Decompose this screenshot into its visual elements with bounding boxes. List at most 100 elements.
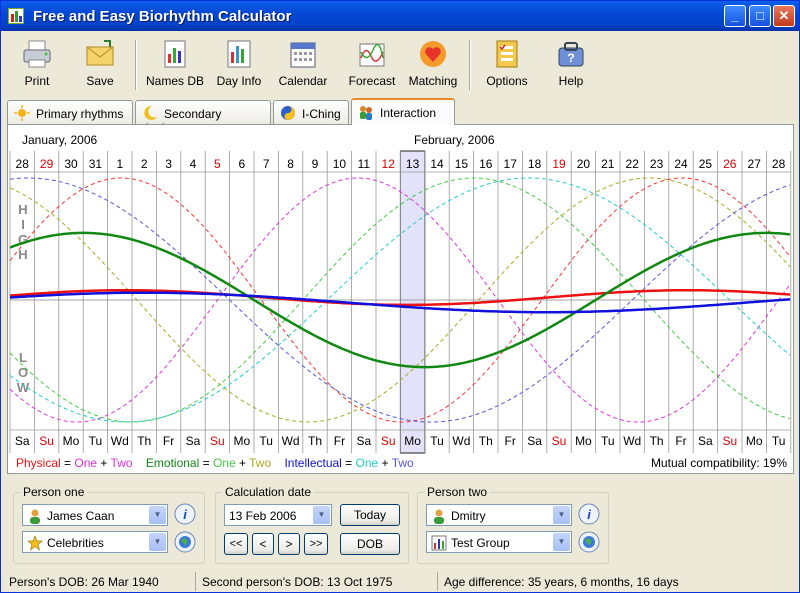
print-button[interactable]: Print — [9, 36, 65, 94]
today-button[interactable]: Today — [340, 504, 400, 526]
day-number: 7 — [263, 157, 270, 171]
day-number: 5 — [214, 157, 221, 171]
matching-hearts-icon — [420, 41, 446, 67]
day-number: 28 — [772, 157, 786, 171]
weekday-label: Wd — [111, 434, 129, 448]
names-db-label: Names DB — [145, 74, 204, 88]
day-number: 8 — [287, 157, 294, 171]
day-number: 22 — [626, 157, 640, 171]
day-info-label: Day Info — [216, 74, 262, 88]
chevron-down-icon[interactable]: ▼ — [313, 506, 330, 524]
weekday-label: Sa — [356, 434, 371, 448]
help-icon: ? — [558, 42, 584, 67]
weekday-label: Tu — [89, 434, 103, 448]
back-button[interactable]: < — [252, 533, 274, 555]
person-one-group: Person one James Caan ▼ Celebrities ▼ i — [13, 485, 205, 564]
names-db-button[interactable]: Names DB — [143, 36, 207, 94]
person-one-name-select[interactable]: James Caan ▼ — [22, 504, 168, 526]
status-age-difference: Age difference: 35 years, 6 months, 16 d… — [437, 572, 797, 591]
weekday-label: Th — [137, 434, 151, 448]
dob-button[interactable]: DOB — [340, 533, 400, 555]
day-number: 9 — [312, 157, 319, 171]
day-number: 1 — [116, 157, 123, 171]
options-button[interactable]: Options — [477, 36, 537, 94]
tab-i-ching[interactable]: I-Ching — [273, 100, 349, 124]
day-number: 4 — [190, 157, 197, 171]
weekday-label: Tu — [601, 434, 615, 448]
day-number: 21 — [601, 157, 615, 171]
day-number: 13 — [406, 157, 420, 171]
weekday-label: Mo — [575, 434, 592, 448]
maximize-button[interactable]: □ — [749, 5, 771, 27]
tab-primary-rhythms[interactable]: Primary rhythms — [7, 100, 133, 124]
back-fast-button[interactable]: << — [224, 533, 248, 555]
person-icon — [30, 509, 40, 524]
day-number: 25 — [699, 157, 713, 171]
legend-physical: Physical = One + Two — [16, 456, 133, 470]
chevron-down-icon[interactable]: ▼ — [149, 533, 166, 551]
weekday-label: Mo — [404, 434, 421, 448]
print-label: Print — [24, 74, 50, 88]
weekday-label: Su — [552, 434, 567, 448]
calendar-button[interactable]: Calendar — [275, 36, 331, 94]
globe-icon[interactable] — [578, 531, 600, 553]
options-label: Options — [486, 74, 528, 88]
forecast-button[interactable]: Forecast — [341, 36, 403, 94]
legend-intellectual: Intellectual = One + Two — [284, 456, 414, 470]
save-envelope-icon — [86, 40, 114, 66]
close-button[interactable]: ✕ — [773, 5, 795, 27]
weekday-label: Th — [650, 434, 664, 448]
forward-fast-button[interactable]: >> — [304, 533, 328, 555]
weekday-label: Su — [722, 434, 737, 448]
yin-yang-icon — [281, 106, 295, 120]
calculation-date-picker[interactable]: 13 Feb 2006 ▼ — [224, 504, 332, 526]
day-info-button[interactable]: Day Info — [211, 36, 267, 94]
weekday-label: Sa — [186, 434, 201, 448]
day-number: 12 — [382, 157, 396, 171]
save-label: Save — [86, 74, 114, 88]
svg-text:i: i — [183, 507, 187, 522]
person-two-group-select[interactable]: Test Group ▼ — [426, 531, 572, 553]
legend-emotional: Emotional = One + Two — [145, 456, 272, 470]
weekday-label: Tu — [430, 434, 444, 448]
axis-high-letter: I — [21, 217, 25, 232]
day-number: 26 — [723, 157, 737, 171]
tab-interaction[interactable]: Interaction — [351, 98, 455, 125]
day-number: 2 — [141, 157, 148, 171]
weekday-label: Fr — [163, 434, 174, 448]
weekday-label: Wd — [282, 434, 300, 448]
day-number: 19 — [552, 157, 566, 171]
weekday-label: Mo — [63, 434, 80, 448]
svg-text:i: i — [587, 507, 591, 522]
chart-panel: January, 2006 February, 2006 28 Sa 29 Su 30 M… — [7, 124, 794, 474]
day-number: 23 — [650, 157, 664, 171]
person-two-name-select[interactable]: Dmitry ▼ — [426, 504, 572, 526]
day-number: 20 — [577, 157, 591, 171]
help-button[interactable]: ? Help — [545, 36, 597, 94]
person-info-icon[interactable]: i — [174, 503, 196, 525]
forward-button[interactable]: > — [278, 533, 300, 555]
weekday-label: Su — [381, 434, 396, 448]
day-number: 31 — [89, 157, 103, 171]
person-info-icon[interactable]: i — [578, 503, 600, 525]
minimize-button[interactable]: _ — [724, 5, 746, 27]
chevron-down-icon[interactable]: ▼ — [149, 506, 166, 524]
status-second-person-dob: Second person's DOB: 13 Oct 1975 — [195, 572, 435, 591]
day-info-icon — [227, 40, 251, 68]
biorhythm-chart[interactable]: 28 Sa 29 Su 30 Mo 31 Tu 1 Wd 2 Th 3 Fr 4 Sa 5 Su 6 Mo 7 Tu 8 Wd… — [7, 124, 794, 474]
status-bar: Person's DOB: 26 Mar 1940 Second person'… — [1, 570, 799, 593]
person-one-group-select[interactable]: Celebrities ▼ — [22, 531, 168, 553]
matching-button[interactable]: Matching — [405, 36, 461, 94]
names-db-icon — [164, 40, 186, 68]
weekday-label: Su — [39, 434, 54, 448]
weekday-label: Sa — [698, 434, 713, 448]
tab-secondary-rhythms[interactable]: Secondary rhythms — [135, 100, 271, 135]
chevron-down-icon[interactable]: ▼ — [553, 506, 570, 524]
weekday-label: Sa — [15, 434, 30, 448]
chevron-down-icon[interactable]: ▼ — [553, 533, 570, 551]
people-icon — [360, 106, 372, 120]
toolbar-separator — [469, 40, 471, 90]
globe-icon[interactable] — [174, 531, 196, 553]
save-button[interactable]: Save — [73, 36, 127, 94]
day-number: 3 — [165, 157, 172, 171]
